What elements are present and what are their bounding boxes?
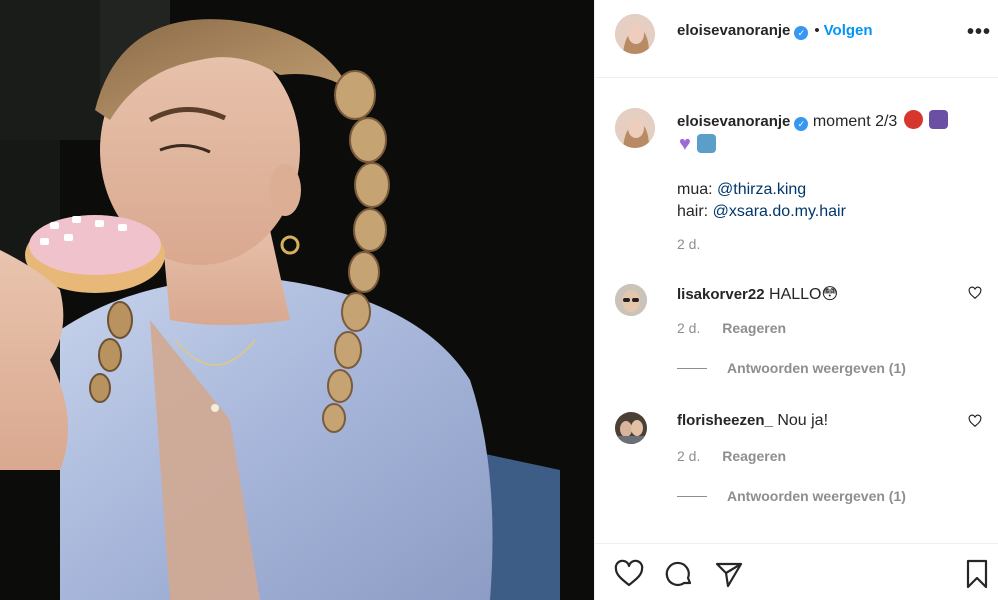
comment-item: florisheezen_ Nou ja! 2 d. Reageren Antw… — [615, 412, 990, 522]
mua-label: mua: — [677, 181, 713, 198]
reply-button[interactable]: Reageren — [722, 320, 786, 336]
comment-button[interactable] — [663, 558, 695, 590]
view-replies-button[interactable]: Antwoorden weergeven (1) — [677, 360, 906, 376]
credits: mua: @thirza.king hair: @xsara.do.my.hai… — [677, 179, 987, 223]
comment-icon — [665, 561, 692, 586]
alien-monster-emoji-icon — [929, 110, 949, 129]
post-action-bar — [595, 543, 998, 600]
commenter-avatar-image — [615, 284, 647, 316]
hair-mention-link[interactable]: @xsara.do.my.hair — [713, 203, 846, 220]
comment-body: HALLO😳 — [769, 286, 839, 303]
post-header: eloisevanoranje ✓ • Volgen ••• — [595, 0, 998, 78]
hair-line: hair: @xsara.do.my.hair — [677, 201, 987, 223]
post-sidebar: eloisevanoranje ✓ • Volgen ••• eloisevanora… — [594, 0, 998, 600]
comment-text-line: florisheezen_ Nou ja! — [677, 412, 828, 430]
view-replies-label: Antwoorden weergeven (1) — [727, 360, 906, 376]
author-avatar-image — [615, 14, 655, 54]
reply-button[interactable]: Reageren — [722, 448, 786, 464]
comment-like-heart-icon[interactable] — [968, 414, 982, 428]
share-button[interactable] — [713, 558, 745, 590]
comment-meta: 2 d. Reageren — [677, 320, 786, 336]
post-photo — [0, 0, 594, 600]
post-image — [0, 0, 594, 600]
caption-timestamp[interactable]: 2 d. — [677, 236, 700, 252]
person-emoji-icon — [697, 134, 717, 153]
replies-divider — [677, 496, 707, 497]
mua-mention-link[interactable]: @thirza.king — [717, 181, 806, 198]
send-icon — [715, 562, 743, 588]
commenter-username[interactable]: florisheezen_ — [677, 412, 773, 429]
comment-timestamp[interactable]: 2 d. — [677, 448, 700, 464]
bookmark-icon — [966, 559, 988, 589]
separator-dot: • — [814, 22, 820, 39]
comment-body: Nou ja! — [777, 412, 829, 429]
commenter-avatar-image — [615, 412, 647, 444]
comment-like-heart-icon[interactable] — [968, 286, 982, 300]
hair-label: hair: — [677, 203, 709, 220]
author-avatar[interactable] — [615, 14, 655, 54]
author-username[interactable]: eloisevanoranje — [677, 22, 790, 39]
commenter-avatar[interactable] — [615, 284, 647, 316]
caption-body: moment 2/3 — [812, 113, 898, 130]
like-button[interactable] — [613, 558, 645, 590]
purple-heart-emoji-icon: ♥ — [679, 133, 691, 155]
devil-emoji-icon — [903, 110, 923, 129]
replies-divider — [677, 368, 707, 369]
caption-verified-icon: ✓ — [794, 117, 809, 131]
verified-badge-icon: ✓ — [794, 26, 809, 40]
comment-meta: 2 d. Reageren — [677, 448, 786, 464]
view-replies-button[interactable]: Antwoorden weergeven (1) — [677, 488, 906, 504]
view-replies-label: Antwoorden weergeven (1) — [727, 488, 906, 504]
comment-text-line: lisakorver22 HALLO😳 — [677, 284, 838, 304]
commenter-avatar[interactable] — [615, 412, 647, 444]
comment-item: lisakorver22 HALLO😳 2 d. Reageren Antwoo… — [615, 284, 990, 394]
commenter-username[interactable]: lisakorver22 — [677, 286, 765, 303]
caption-avatar-image — [615, 108, 655, 148]
more-options-icon[interactable]: ••• — [967, 22, 991, 42]
caption-text: eloisevanoranje ✓ moment 2/3 ♥ mua: @thir… — [677, 110, 987, 223]
heart-icon — [614, 559, 644, 587]
mua-line: mua: @thirza.king — [677, 179, 987, 201]
save-button[interactable] — [961, 558, 993, 590]
header-user-line: eloisevanoranje ✓ • Volgen — [677, 22, 873, 40]
comment-timestamp[interactable]: 2 d. — [677, 320, 700, 336]
caption-username[interactable]: eloisevanoranje — [677, 113, 790, 130]
caption-author-avatar[interactable] — [615, 108, 655, 148]
follow-button[interactable]: Volgen — [824, 22, 873, 39]
